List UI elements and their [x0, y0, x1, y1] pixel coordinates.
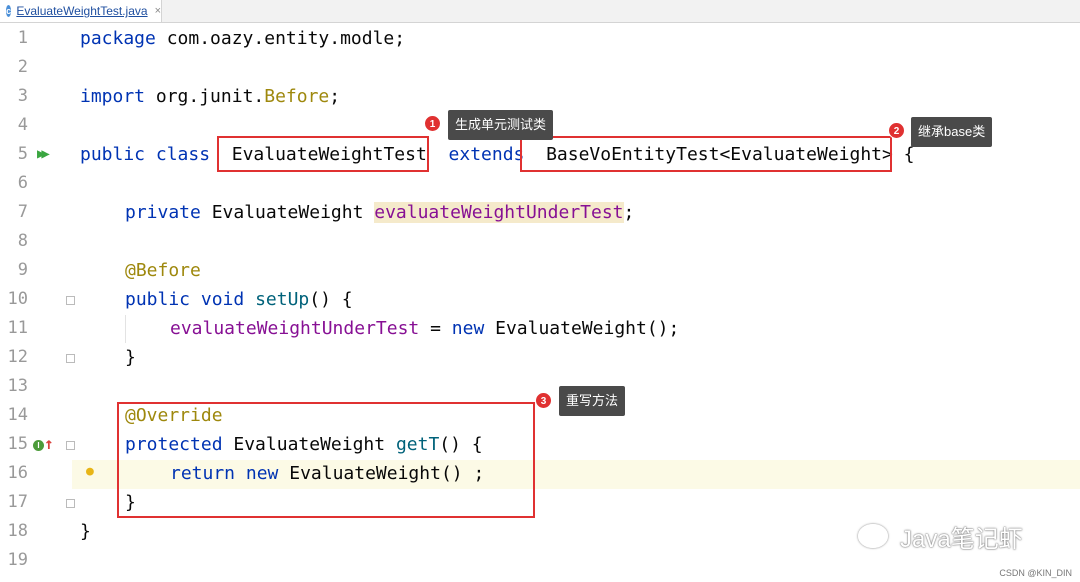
line-number: 3	[17, 86, 28, 106]
code-line-3[interactable]: import org.junit.Before;	[80, 82, 340, 111]
package-name: com.oazy.entity.modle;	[155, 28, 406, 49]
assign-operator: =	[419, 318, 452, 339]
callout-badge-3: 3	[535, 392, 552, 409]
highlight-box-class-name	[217, 136, 429, 172]
implements-icon[interactable]: I	[33, 440, 44, 451]
fold-icon[interactable]	[66, 354, 75, 363]
annotation-before: @Before	[125, 260, 201, 281]
line-number: 15	[7, 434, 28, 454]
tab-label: EvaluateWeightTest.java	[16, 4, 148, 18]
image-credit: CSDN @KIN_DIN	[999, 568, 1072, 578]
highlight-box-override-method	[117, 402, 535, 518]
line-number: 1	[17, 28, 28, 48]
editor-tab-bar: c EvaluateWeightTest.java ×	[0, 0, 1080, 23]
line-number: 9	[17, 260, 28, 280]
keyword-import: import	[80, 86, 146, 107]
highlight-box-base-class	[520, 136, 892, 172]
watermark: Java笔记虾	[858, 518, 1023, 554]
code-line-18[interactable]: }	[80, 517, 91, 546]
line-number: 2	[17, 57, 28, 77]
keyword-class: class	[155, 144, 211, 165]
keyword-public: public	[80, 144, 146, 165]
line-number: 19	[7, 550, 28, 570]
code-line-7[interactable]: private EvaluateWeight evaluateWeightUnd…	[125, 198, 634, 227]
lightbulb-icon[interactable]: ●	[86, 464, 94, 479]
callout-badge-1: 1	[424, 115, 441, 132]
callout-badge-2: 2	[888, 122, 905, 139]
method-signature: () {	[309, 289, 353, 310]
keyword-void: void	[200, 289, 245, 310]
line-number: 13	[7, 376, 28, 396]
open-brace: {	[892, 144, 915, 165]
line-number: 17	[7, 492, 28, 512]
run-test-icon[interactable]: ▶▶	[37, 146, 50, 162]
line-number: 8	[17, 231, 28, 251]
keyword-new: new	[451, 318, 485, 339]
close-icon[interactable]: ×	[155, 5, 161, 17]
keyword-private: private	[125, 202, 201, 223]
wechat-icon	[858, 524, 888, 548]
tab-evaluate-weight-test[interactable]: c EvaluateWeightTest.java ×	[0, 0, 162, 22]
line-number: 5	[17, 144, 28, 164]
fold-icon[interactable]	[66, 441, 75, 450]
line-number: 10	[7, 289, 28, 309]
watermark-text: Java笔记虾	[900, 525, 1023, 553]
callout-override-method: 重写方法	[559, 386, 626, 416]
line-number: 12	[7, 347, 28, 367]
fold-icon[interactable]	[66, 499, 75, 508]
callout-extend-base-class: 继承base类	[911, 117, 993, 147]
callout-generate-test-class: 生成单元测试类	[448, 110, 554, 140]
code-line-11[interactable]: evaluateWeightUnderTest = new EvaluateWe…	[170, 314, 679, 343]
indent-guide	[125, 315, 126, 343]
line-number: 6	[17, 173, 28, 193]
java-class-icon: c	[6, 5, 12, 17]
fold-icon[interactable]	[66, 296, 75, 305]
field-name: evaluateWeightUnderTest	[374, 202, 624, 223]
keyword-package: package	[80, 28, 156, 49]
import-path: org.junit.	[145, 86, 265, 107]
code-line-10[interactable]: public void setUp() {	[125, 285, 353, 314]
line-number: 11	[7, 318, 28, 338]
field-type: EvaluateWeight	[200, 202, 375, 223]
code-line-1[interactable]: package com.oazy.entity.modle;	[80, 24, 405, 53]
method-name: setUp	[255, 289, 310, 310]
line-number: 14	[7, 405, 28, 425]
code-line-9[interactable]: @Before	[125, 256, 201, 285]
line-number: 18	[7, 521, 28, 541]
line-number: 16	[7, 463, 28, 483]
line-number: 4	[17, 115, 28, 135]
import-annotation-name: Before	[264, 86, 330, 107]
semicolon: ;	[329, 86, 341, 107]
keyword-extends: extends	[448, 144, 525, 165]
field-reference: evaluateWeightUnderTest	[170, 318, 420, 339]
keyword-public: public	[125, 289, 191, 310]
override-arrow-icon[interactable]: ↑	[44, 434, 54, 453]
semicolon: ;	[623, 202, 635, 223]
line-number: 7	[17, 202, 28, 222]
constructor-call: EvaluateWeight();	[484, 318, 680, 339]
code-line-12[interactable]: }	[125, 343, 136, 372]
editor-gutter[interactable]: 1 2 3 4 5 6 7 8 9 10 11 12 13 14 15 16 1…	[0, 23, 72, 582]
